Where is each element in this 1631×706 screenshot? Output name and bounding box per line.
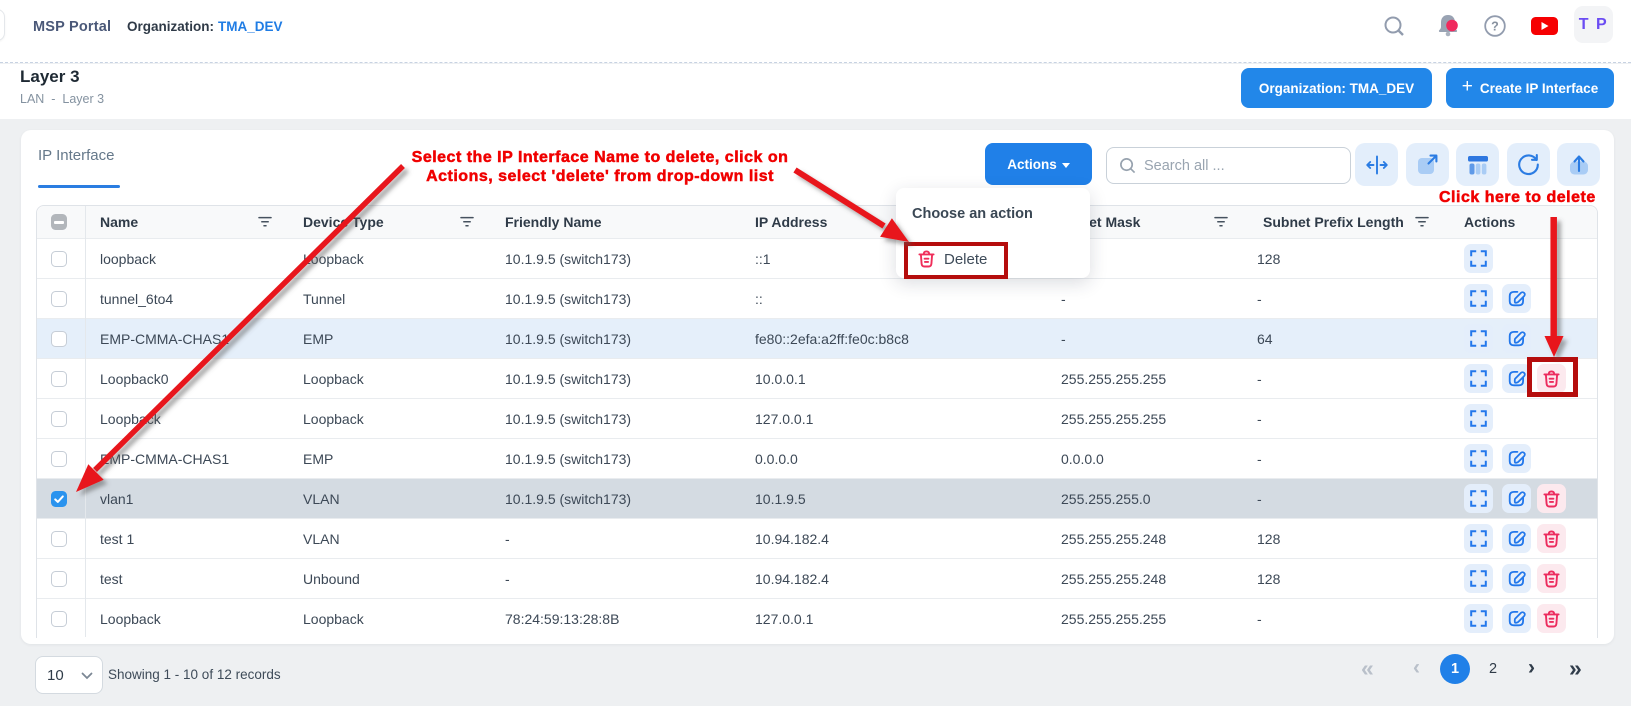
svg-text:?: ? xyxy=(1491,20,1499,34)
